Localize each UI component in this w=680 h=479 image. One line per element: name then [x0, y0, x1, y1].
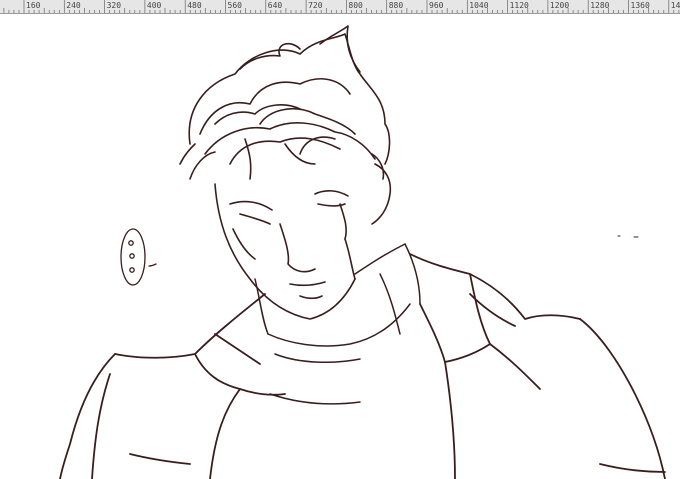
stray-marks	[617, 235, 639, 238]
jacket-strokes	[59, 253, 666, 479]
ruler-label: 160	[26, 1, 41, 10]
ruler-label: 1040	[469, 1, 489, 10]
ruler-label: 880	[388, 1, 404, 10]
neck-strokes	[254, 243, 421, 405]
ruler-label: 1280	[590, 1, 610, 10]
ruler-label: 400	[146, 1, 162, 10]
sketch-artwork	[59, 25, 666, 479]
ruler-label: 640	[267, 1, 283, 10]
ruler-label: 1360	[630, 1, 650, 10]
drawing-canvas[interactable]	[0, 14, 680, 479]
ruler-label: 320	[106, 1, 122, 10]
ruler-label: 480	[187, 1, 202, 10]
ruler-ticks	[3, 0, 680, 13]
ruler-label: 1120	[509, 1, 529, 10]
horizontal-ruler[interactable]: 160 240 320 400 480 560 640 720 800 880 960 1040 112…	[0, 0, 680, 14]
hair-strokes	[179, 25, 391, 180]
ruler-label: 960	[429, 1, 444, 10]
thought-bubble	[120, 228, 157, 286]
ruler-label: 720	[308, 1, 323, 10]
ruler-label: 1200	[549, 1, 570, 10]
face-strokes	[214, 153, 392, 320]
ruler-label: 800	[348, 1, 363, 10]
ruler-label: 1440	[670, 1, 680, 10]
ruler-label: 240	[66, 1, 81, 10]
ruler-label: 560	[227, 1, 242, 10]
